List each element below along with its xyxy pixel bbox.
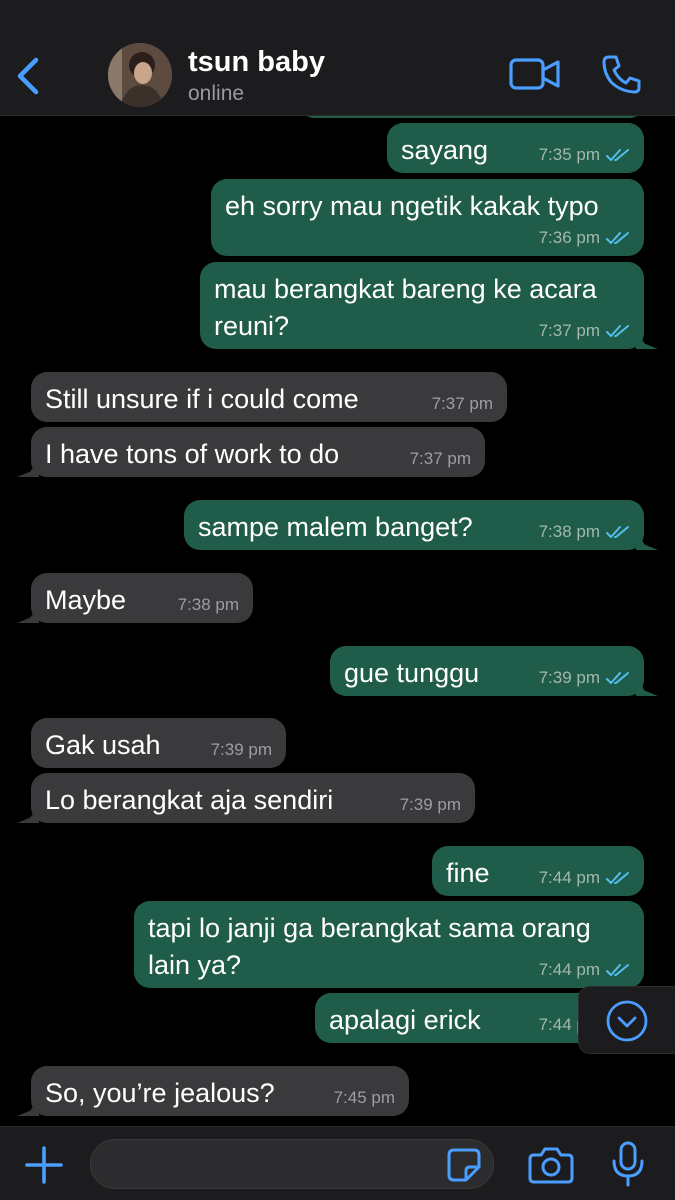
message-time: 7:39 pm [538, 668, 600, 687]
message-meta: 7:38 pm [539, 522, 630, 542]
bubble-tail [636, 678, 658, 696]
scroll-to-bottom-button[interactable] [578, 986, 675, 1054]
message-time: 7:37 pm [431, 394, 493, 413]
voice-message-button[interactable] [610, 1141, 646, 1187]
attach-button[interactable] [24, 1145, 64, 1185]
message-time: 7:37 pm [409, 449, 471, 468]
back-chevron-icon [17, 57, 39, 95]
message-meta: 7:39 pm [211, 740, 272, 760]
message-text: Lo berangkat aja sendiri [45, 785, 334, 815]
contact-name[interactable]: tsun baby [188, 45, 325, 79]
contact-status: online [188, 82, 245, 105]
message-meta: 7:39 pm [400, 795, 461, 815]
contact-avatar[interactable] [108, 43, 172, 107]
sticker-button[interactable] [446, 1147, 482, 1183]
voice-call-button[interactable] [600, 52, 644, 96]
compose-bar [0, 1126, 675, 1200]
message-text: sampe malem banget? [198, 512, 473, 542]
message-bubble-outgoing[interactable]: fine 7:44 pm [432, 846, 644, 896]
message-meta: 7:36 pm [539, 228, 630, 248]
message-text: tapi lo janji ga berangkat sama orang la… [148, 913, 591, 980]
message-bubble-outgoing[interactable]: tapi lo janji ga berangkat sama orang la… [134, 901, 644, 988]
read-receipt-icon [606, 325, 629, 337]
message-time: 7:35 pm [538, 145, 600, 164]
message-bubble-incoming[interactable]: Still unsure if i could come 7:37 pm [31, 372, 507, 422]
chat-header: tsun baby online [0, 0, 675, 116]
message-text: eh sorry mau ngetik kakak typo [225, 191, 599, 221]
message-time: 7:39 pm [210, 740, 272, 759]
message-meta: 7:37 pm [410, 449, 471, 469]
message-bubble-outgoing[interactable]: mau berangkat bareng ke acara reuni? 7:3… [200, 262, 658, 349]
bubble-tail [636, 331, 658, 349]
sticker-icon [447, 1148, 481, 1182]
message-text: apalagi erick [329, 1005, 481, 1035]
message-time: 7:36 pm [538, 228, 600, 247]
message-meta: 7:44 pm [539, 868, 630, 888]
read-receipt-icon [606, 672, 629, 684]
message-time: 7:44 pm [538, 960, 600, 979]
message-meta: 7:38 pm [178, 595, 239, 615]
message-text: sayang [401, 135, 489, 165]
message-meta: 7:37 pm [432, 394, 493, 414]
message-bubble-incoming[interactable]: Lo berangkat aja sendiri 7:39 pm [17, 773, 475, 823]
message-text: gue tunggu [344, 658, 480, 688]
message-bubble-incoming[interactable]: Gak usah 7:39 pm [31, 718, 286, 768]
bubble-tail [17, 459, 39, 477]
message-list[interactable]: sayang 7:35 pm eh sorry mau ngetik kakak… [0, 116, 675, 1126]
message-bubble-outgoing[interactable]: eh sorry mau ngetik kakak typo 7:36 pm [211, 179, 644, 256]
message-time: 7:37 pm [538, 321, 600, 340]
message-bubble-outgoing[interactable]: sayang 7:35 pm [387, 123, 644, 173]
message-meta: 7:45 pm [334, 1088, 395, 1108]
bubble-tail [17, 605, 39, 623]
message-text: I have tons of work to do [45, 439, 340, 469]
plus-icon [25, 1146, 63, 1184]
read-receipt-icon [606, 872, 629, 884]
message-meta: 7:39 pm [539, 668, 630, 688]
bubble-tail [17, 805, 39, 823]
message-input[interactable] [90, 1139, 494, 1189]
message-bubble-outgoing[interactable]: sampe malem banget? 7:38 pm [184, 500, 658, 550]
message-meta: 7:35 pm [539, 145, 630, 165]
message-bubble-incoming[interactable]: Maybe 7:38 pm [17, 573, 253, 623]
message-time: 7:39 pm [399, 795, 461, 814]
back-button[interactable] [10, 52, 50, 100]
message-time: 7:38 pm [538, 522, 600, 541]
message-text: fine [446, 858, 490, 888]
microphone-icon [612, 1141, 644, 1187]
message-bubble-incoming[interactable]: I have tons of work to do 7:37 pm [17, 427, 485, 477]
message-meta: 7:37 pm [539, 321, 630, 341]
message-bubble-incoming[interactable]: So, you’re jealous? 7:45 pm [17, 1066, 409, 1116]
message-bubble-outgoing[interactable]: gue tunggu 7:39 pm [330, 646, 658, 696]
read-receipt-icon [606, 964, 629, 976]
camera-icon [528, 1147, 574, 1184]
video-call-button[interactable] [508, 54, 562, 94]
bubble-tail [17, 1098, 39, 1116]
chevron-down-circle-icon [606, 1000, 648, 1042]
camera-button[interactable] [528, 1145, 574, 1185]
read-receipt-icon [606, 149, 629, 161]
avatar-photo [108, 43, 172, 107]
read-receipt-icon [606, 232, 629, 244]
message-time: 7:45 pm [333, 1088, 395, 1107]
read-receipt-icon [606, 526, 629, 538]
message-text: Still unsure if i could come [45, 384, 359, 414]
message-time: 7:38 pm [177, 595, 239, 614]
message-text: Gak usah [45, 730, 161, 760]
message-time: 7:44 pm [538, 868, 600, 887]
message-bubble-outgoing[interactable] [300, 116, 644, 118]
video-camera-icon [509, 58, 560, 90]
bubble-tail [636, 532, 658, 550]
message-text: So, you’re jealous? [45, 1078, 275, 1108]
phone-icon [602, 55, 641, 94]
message-meta: 7:44 pm [539, 960, 630, 980]
message-text: Maybe [45, 585, 127, 615]
